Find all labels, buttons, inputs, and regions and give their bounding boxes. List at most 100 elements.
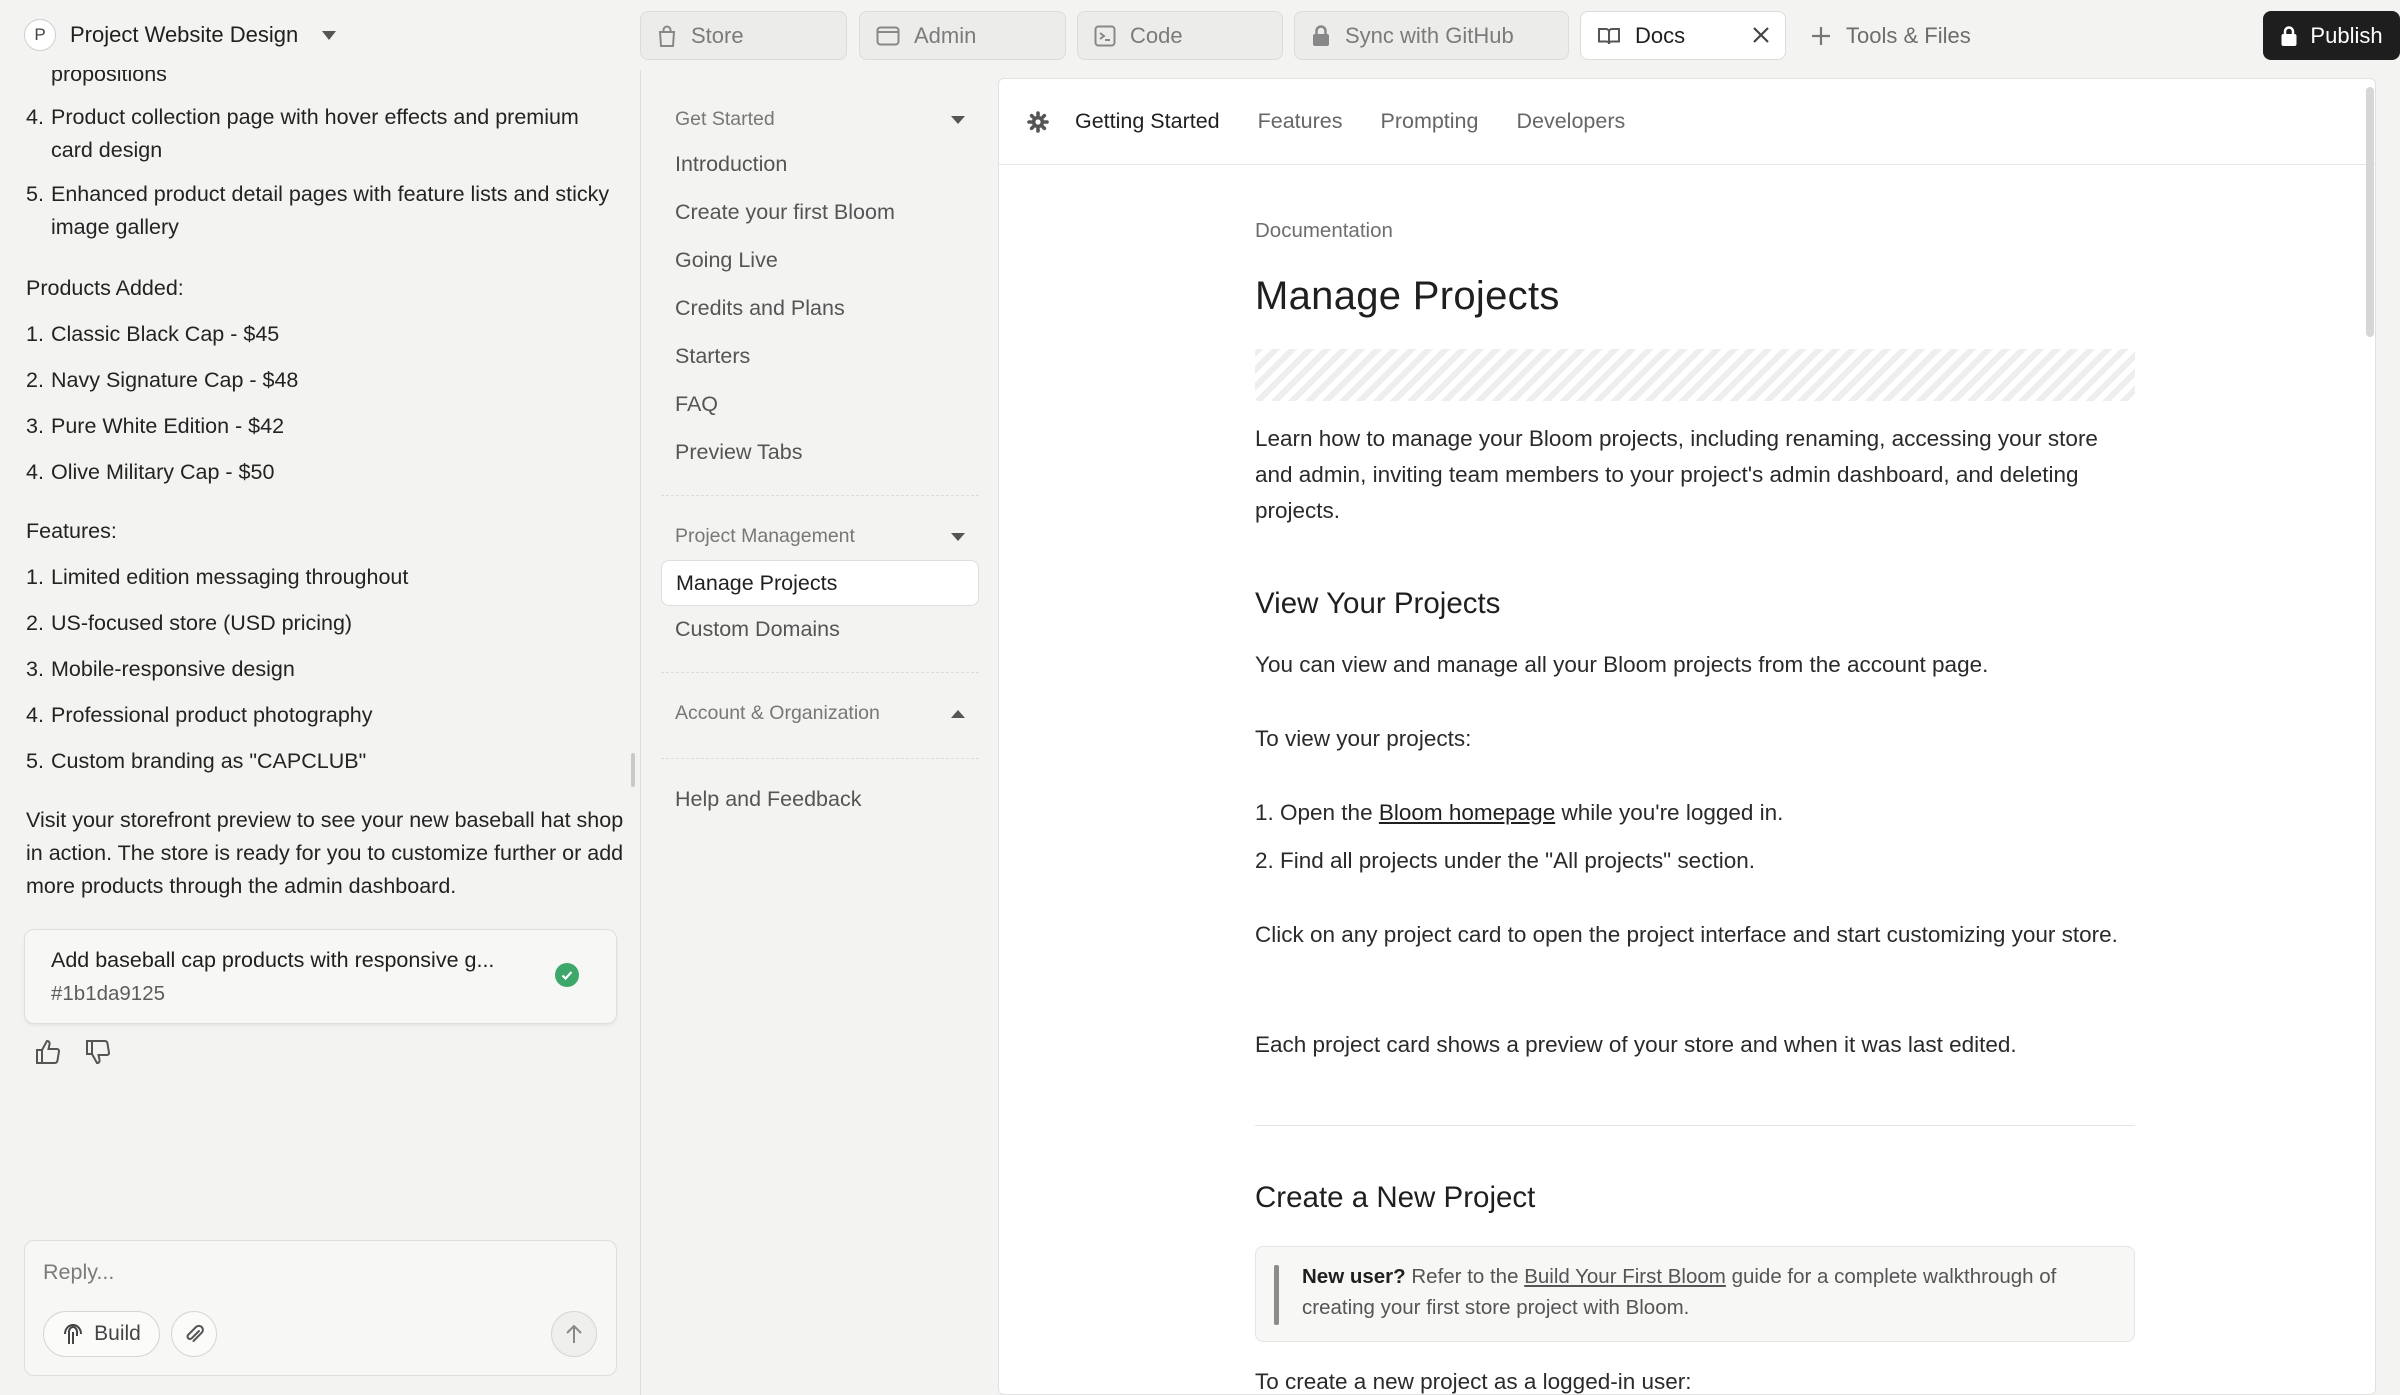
nav-link-preview-tabs[interactable]: Preview Tabs xyxy=(675,440,802,465)
thumbs-up-icon[interactable] xyxy=(34,1038,62,1066)
nav-link-manage-projects[interactable]: Manage Projects xyxy=(661,560,979,606)
send-button[interactable] xyxy=(551,1311,597,1357)
section-heading-create-project: Create a New Project xyxy=(1255,1181,1536,1214)
list-number: 2. xyxy=(26,611,44,635)
reply-input[interactable] xyxy=(43,1255,583,1289)
window-icon xyxy=(876,26,900,45)
project-name: Project Website Design xyxy=(70,22,299,47)
list-item: Limited edition messaging throughout xyxy=(51,565,409,589)
check-icon xyxy=(555,963,579,987)
nav-group-title: Account & Organization xyxy=(675,702,880,724)
tab-sync-github-label: Sync with GitHub xyxy=(1345,22,1514,48)
bloom-homepage-link[interactable]: Bloom homepage xyxy=(1379,800,1555,825)
project-avatar: P xyxy=(24,19,56,51)
paperclip-icon xyxy=(186,1324,204,1342)
build-button[interactable]: Build xyxy=(43,1311,160,1357)
step-item: 1. Open the Bloom homepage while you're … xyxy=(1255,795,2135,831)
book-icon xyxy=(1598,27,1620,44)
tab-store-label: Store xyxy=(691,22,744,48)
tools-files-button[interactable]: Tools & Files xyxy=(1810,20,1971,52)
list-number: 5. xyxy=(26,749,44,773)
list-number: 5. xyxy=(26,182,44,206)
paragraph: To view your projects: xyxy=(1255,726,1472,751)
panel-resize-handle[interactable] xyxy=(631,753,635,787)
paragraph: You can view and manage all your Bloom p… xyxy=(1255,652,1989,677)
list-number: 4. xyxy=(26,703,44,727)
tab-store[interactable]: Store xyxy=(640,11,847,60)
section-heading-view-projects: View Your Projects xyxy=(1255,587,1501,620)
bag-icon xyxy=(658,25,676,47)
docs-tab-getting-started[interactable]: Getting Started xyxy=(1075,109,1220,134)
task-card[interactable]: Add baseball cap products with responsiv… xyxy=(24,929,617,1024)
list-number: 4. xyxy=(26,460,44,484)
top-bar: P Project Website Design Store Admin Cod… xyxy=(0,0,2400,70)
paragraph: Click on any project card to open the pr… xyxy=(1255,922,2118,947)
docs-tab-prompting[interactable]: Prompting xyxy=(1380,109,1478,134)
docs-content: Getting Started Features Prompting Devel… xyxy=(998,78,2376,1395)
close-icon[interactable] xyxy=(1751,25,1771,45)
build-icon xyxy=(64,1323,83,1344)
docs-scrollbar[interactable] xyxy=(2366,87,2374,1387)
tab-docs-label: Docs xyxy=(1635,22,1686,48)
docs-tab-developers[interactable]: Developers xyxy=(1516,109,1625,134)
nav-link-going-live[interactable]: Going Live xyxy=(675,248,778,273)
nav-link-faq[interactable]: FAQ xyxy=(675,392,718,417)
nav-group-account-organization[interactable]: Account & Organization xyxy=(675,702,965,725)
list-item: Product collection page with hover effec… xyxy=(51,105,579,162)
nav-link-introduction[interactable]: Introduction xyxy=(675,152,787,177)
arrow-up-icon xyxy=(566,1324,582,1343)
callout-accent-bar xyxy=(1274,1265,1279,1325)
list-item: Navy Signature Cap - $48 xyxy=(51,368,299,392)
list-number: 1. xyxy=(26,322,44,346)
docs-tab-features[interactable]: Features xyxy=(1258,109,1343,134)
publish-button[interactable]: Publish xyxy=(2263,11,2400,60)
nav-link-credits-plans[interactable]: Credits and Plans xyxy=(675,296,845,321)
nav-link-starters[interactable]: Starters xyxy=(675,344,750,369)
nav-group-get-started[interactable]: Get Started xyxy=(675,108,965,131)
lock-icon xyxy=(2281,25,2297,46)
nav-divider xyxy=(661,758,979,759)
step-item: 2. Find all projects under the "All proj… xyxy=(1255,848,1755,873)
nav-link-help-feedback[interactable]: Help and Feedback xyxy=(675,787,861,812)
list-number: 1. xyxy=(26,565,44,589)
project-selector[interactable]: P Project Website Design xyxy=(24,18,337,52)
paragraph: To create a new project as a logged-in u… xyxy=(1255,1369,1692,1394)
plus-icon xyxy=(1812,27,1830,45)
attach-button[interactable] xyxy=(171,1311,217,1357)
chevron-down-icon xyxy=(951,532,965,541)
nav-group-title: Project Management xyxy=(675,525,855,547)
build-first-bloom-link[interactable]: Build Your First Bloom xyxy=(1524,1265,1726,1288)
tab-sync-github[interactable]: Sync with GitHub xyxy=(1294,11,1569,60)
list-item: Pure White Edition - $42 xyxy=(51,414,285,438)
chevron-down-icon xyxy=(951,115,965,124)
nav-divider xyxy=(661,672,979,673)
intro-paragraph: Learn how to manage your Bloom projects,… xyxy=(1255,426,2098,523)
gear-icon xyxy=(1027,110,1049,133)
tab-docs[interactable]: Docs xyxy=(1580,11,1786,60)
docs-eyebrow: Documentation xyxy=(1255,219,1393,242)
chat-closing-message: Visit your storefront preview to see you… xyxy=(26,808,624,898)
paragraph: Each project card shows a preview of you… xyxy=(1255,1032,2017,1057)
list-number: 2. xyxy=(26,368,44,392)
thumbs-down-icon[interactable] xyxy=(84,1038,112,1066)
list-item: US-focused store (USD pricing) xyxy=(51,611,353,635)
nav-link-create-first-bloom[interactable]: Create your first Bloom xyxy=(675,200,895,225)
tab-admin[interactable]: Admin xyxy=(859,11,1066,60)
task-id: #1b1da9125 xyxy=(51,982,166,1005)
section-divider xyxy=(1255,1125,2135,1126)
nav-group-title: Get Started xyxy=(675,108,775,130)
callout-label: New user? xyxy=(1302,1265,1406,1288)
list-number: 3. xyxy=(26,414,44,438)
scrollbar-thumb[interactable] xyxy=(2366,87,2374,337)
nav-link-custom-domains[interactable]: Custom Domains xyxy=(675,617,840,642)
list-item: Professional product photography xyxy=(51,703,373,727)
callout-note: New user? Refer to the Build Your First … xyxy=(1255,1246,2135,1342)
chat-panel: propositions 4. Product collection page … xyxy=(0,70,635,1395)
tab-code[interactable]: Code xyxy=(1077,11,1283,60)
terminal-icon xyxy=(1094,25,1116,46)
nav-group-project-management[interactable]: Project Management xyxy=(675,525,965,548)
publish-label: Publish xyxy=(2310,22,2383,48)
step-text: while you're logged in. xyxy=(1555,800,1784,825)
features-heading: Features: xyxy=(26,519,117,543)
list-item: Mobile-responsive design xyxy=(51,657,295,681)
